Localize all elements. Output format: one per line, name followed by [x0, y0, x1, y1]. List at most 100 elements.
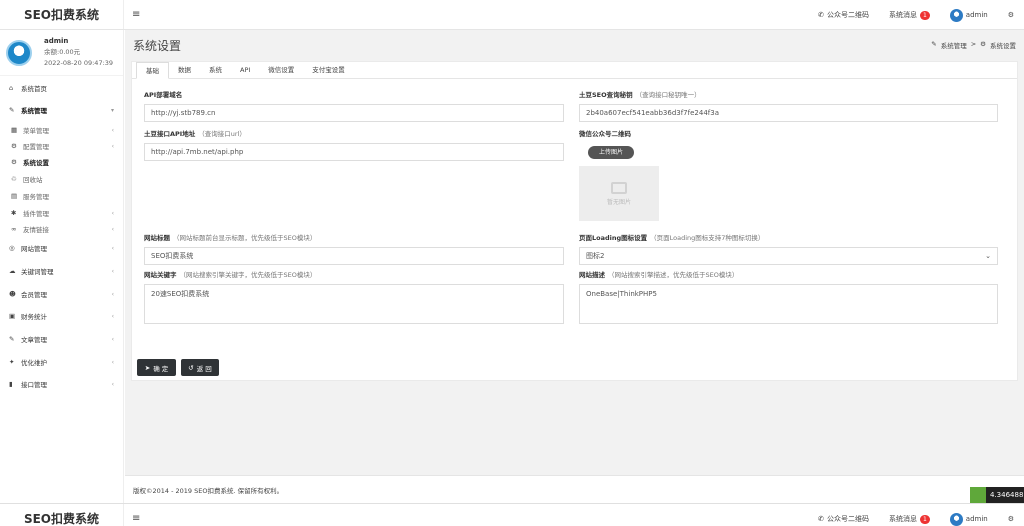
site-title-field: 网站标题 （网站标题前台显示标题，优先级低于SEO模块） SEO扣费系统	[144, 232, 564, 265]
tab-alipay[interactable]: 支付宝设置	[303, 62, 354, 78]
breadcrumb: ✎ 系统管理 > ⚙ 系统设置	[931, 40, 1016, 50]
recycle-icon: ♲	[11, 175, 17, 183]
edit-icon: ✎	[9, 335, 15, 343]
tab-system[interactable]: 系统	[200, 62, 231, 78]
sidebar-item-api-manage[interactable]: ▮ 接口管理 ‹	[0, 378, 124, 390]
sidebar-item-friend-links[interactable]: ∞ 友情链接 ‹	[0, 223, 124, 235]
site-keywords-field: 网站关键字 （网站搜索引擎关键字，优先级低于SEO模块） 20速SEO扣费系统	[144, 269, 564, 324]
page-title: 系统设置	[133, 38, 182, 53]
sidebar-item-config-manage[interactable]: ⚙ 配置管理 ‹	[0, 140, 124, 152]
site-title-input[interactable]: SEO扣费系统	[144, 247, 564, 265]
chevron-left-icon: ‹	[111, 244, 114, 252]
sidebar-item-recycle[interactable]: ♲ 回收站	[0, 173, 124, 185]
back-button[interactable]: ↺ 返 回	[181, 359, 219, 376]
qrcode-label: 公众号二维码	[826, 515, 869, 523]
sidebar: admin 余额:0.00元 2022-08-20 09:47:39 ⌂ 系统首页…	[0, 30, 124, 503]
server-icon: ▤	[11, 192, 18, 200]
wrench-icon: ✎	[931, 40, 937, 48]
chat-icon: ✆	[818, 515, 824, 523]
site-description-textarea[interactable]: OneBase|ThinkPHP5	[579, 284, 998, 324]
globe-icon: ◎	[9, 244, 15, 252]
speed-value: 4.346488	[986, 487, 1024, 503]
profile-name: admin	[44, 37, 69, 45]
tab-basic[interactable]: 基础	[136, 62, 169, 79]
grid-icon: ▦	[11, 126, 18, 134]
cogs-icon: ⚙	[11, 158, 17, 166]
messages-badge: 1	[919, 10, 930, 20]
loading-icon-select[interactable]: 图标2 ⌄	[579, 247, 998, 265]
sidebar-item-optimize-maintain[interactable]: ✦ 优化维护 ‹	[0, 356, 124, 368]
sidebar-item-system-settings[interactable]: ⚙ 系统设置	[0, 156, 124, 168]
chevron-down-icon: ⌄	[985, 251, 991, 260]
site-title-label: 网站标题 （网站标题前台显示标题，优先级低于SEO模块）	[144, 234, 317, 242]
site-keywords-textarea[interactable]: 20速SEO扣费系统	[144, 284, 564, 324]
loading-icon-label: 页面Loading图标设置 （页面Loading图标支持7种图标切换）	[579, 234, 765, 242]
sidebar-item-finance-stats[interactable]: ▣ 财务统计 ‹	[0, 310, 124, 322]
qrcode-link[interactable]: ✆ 公众号二维码	[808, 504, 879, 526]
menu-toggle-icon[interactable]: ≡	[132, 9, 140, 20]
sidebar-item-plugin-manage[interactable]: ✱ 插件管理 ‹	[0, 207, 124, 219]
qr-image-placeholder[interactable]: 暂无图片	[579, 166, 659, 221]
chevron-down-icon: ▾	[110, 106, 114, 114]
speed-widget[interactable]: 4.346488	[970, 487, 1024, 503]
gear-icon: ⚙	[1007, 11, 1014, 19]
link-icon: ∞	[11, 225, 17, 233]
sidebar-item-menu-manage[interactable]: ▦ 菜单管理 ‹	[0, 124, 124, 136]
chat-icon: ✆	[818, 11, 824, 19]
site-keywords-label: 网站关键字 （网站搜索引擎关键字，优先级低于SEO模块）	[144, 271, 317, 279]
home-icon: ⌂	[9, 84, 14, 92]
sidebar-item-member-manage[interactable]: ☻ 会员管理 ‹	[0, 288, 124, 300]
api-address-input[interactable]: http://api.7mb.net/api.php	[144, 143, 564, 161]
tab-api[interactable]: API	[231, 62, 259, 78]
chevron-left-icon: ‹	[111, 290, 114, 298]
speed-icon	[970, 487, 986, 503]
app-logo[interactable]: SEO扣费系统	[0, 504, 124, 526]
page-footer: 版权©2014 - 2019 SEO扣费系统. 保留所有权利。	[125, 475, 1024, 503]
api-domain-input[interactable]: http://yj.stb789.cn	[144, 104, 564, 122]
seo-key-input[interactable]: 2b40a607ecf541eabb36d3f7fe244f3a	[579, 104, 998, 122]
confirm-button[interactable]: ➤ 确 定	[137, 359, 176, 376]
sidebar-item-site-manage[interactable]: ◎ 网站管理 ‹	[0, 242, 124, 254]
chevron-left-icon: ‹	[111, 126, 114, 134]
user-menu[interactable]: admin	[940, 0, 998, 30]
copyright-text: 版权©2014 - 2019 SEO扣费系统. 保留所有权利。	[133, 486, 284, 495]
sidebar-item-service-manage[interactable]: ▤ 服务管理	[0, 190, 124, 202]
config-icon: ⚙	[11, 142, 17, 150]
system-messages-link[interactable]: 系统消息 1	[879, 504, 940, 526]
app-logo[interactable]: SEO扣费系统	[0, 0, 124, 29]
cogs-icon: ⚙	[980, 40, 986, 48]
menu-toggle-icon[interactable]: ≡	[132, 513, 140, 524]
qrcode-label: 公众号二维码	[826, 11, 869, 19]
back-label: 返 回	[196, 364, 212, 373]
chevron-left-icon: ‹	[111, 358, 114, 366]
qrcode-link[interactable]: ✆ 公众号二维码	[808, 0, 879, 30]
user-menu[interactable]: admin	[940, 504, 998, 526]
cloud-icon: ☁	[9, 267, 16, 275]
sidebar-item-article-manage[interactable]: ✎ 文章管理 ‹	[0, 333, 124, 345]
site-description-label: 网站描述 （网站搜索引擎描述，优先级低于SEO模块）	[579, 271, 739, 279]
profile-avatar[interactable]	[6, 39, 32, 66]
upload-image-button[interactable]: 上传图片	[588, 146, 634, 159]
no-image-label: 暂无图片	[606, 198, 631, 206]
chevron-left-icon: ‹	[111, 380, 114, 388]
breadcrumb-parent[interactable]: 系统管理	[941, 40, 967, 50]
system-messages-link[interactable]: 系统消息 1	[879, 0, 940, 30]
bottom-navbar: SEO扣费系统 ≡ ✆ 公众号二维码 系统消息 1 admin ⚙	[0, 503, 1024, 526]
sidebar-item-home[interactable]: ⌂ 系统首页	[0, 82, 124, 94]
breadcrumb-separator: >	[970, 40, 977, 48]
tab-wechat[interactable]: 微信设置	[259, 62, 303, 78]
settings-link[interactable]: ⚙	[998, 504, 1024, 526]
paper-plane-icon: ➤	[144, 363, 151, 372]
settings-link[interactable]: ⚙	[998, 0, 1024, 30]
messages-label: 系统消息	[888, 11, 917, 19]
seo-key-field: 土豆SEO查询秘钥 （查询接口秘钥唯一） 2b40a607ecf541eabb36…	[579, 89, 998, 122]
settings-panel: 基础 数据 系统 API 微信设置 支付宝设置 API部署域名 http://y…	[131, 61, 1018, 381]
user-profile: admin 余额:0.00元 2022-08-20 09:47:39	[0, 30, 123, 76]
sidebar-item-keyword-manage[interactable]: ☁ 关键词管理 ‹	[0, 265, 124, 277]
tab-data[interactable]: 数据	[169, 62, 200, 78]
sidebar-item-system-manage[interactable]: ✎ 系统管理 ▾	[0, 104, 124, 116]
wrench-icon: ✎	[9, 106, 15, 114]
users-icon: ☻	[9, 290, 16, 298]
api-domain-field: API部署域名 http://yj.stb789.cn	[144, 89, 564, 122]
avatar	[949, 8, 963, 22]
